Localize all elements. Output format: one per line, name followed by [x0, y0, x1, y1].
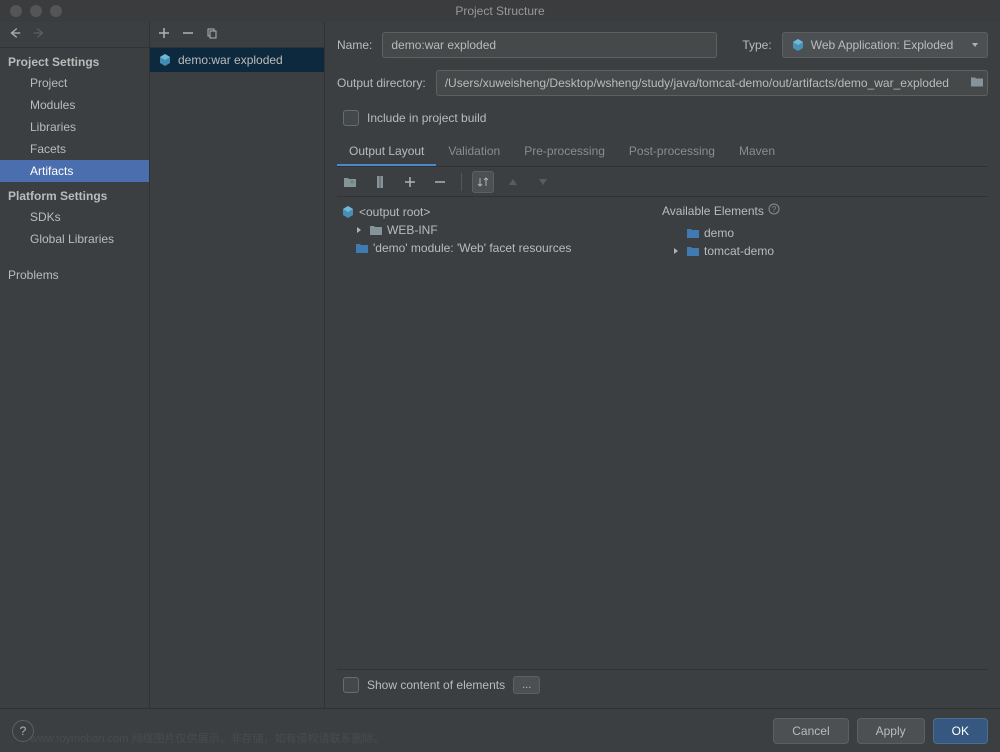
available-elements-panel: Available Elements ? demo tomcat-demo: [658, 197, 988, 669]
sidebar-item-sdks[interactable]: SDKs: [0, 206, 149, 228]
new-archive-button[interactable]: [369, 171, 391, 193]
remove-artifact-button[interactable]: [182, 27, 194, 42]
available-item-demo[interactable]: demo: [658, 224, 988, 242]
copy-artifact-button[interactable]: [206, 27, 218, 42]
remove-item-button[interactable]: [429, 171, 451, 193]
output-tree[interactable]: <output root> WEB-INF 'demo' module: 'We…: [337, 197, 658, 669]
sidebar-item-artifacts[interactable]: Artifacts: [0, 160, 149, 182]
watermark-text: www.toymoban.com 网络图片仅供展示，非存储，如有侵权请联系删除。: [30, 730, 384, 746]
sort-button[interactable]: [472, 171, 494, 193]
section-project-settings: Project Settings: [0, 48, 149, 72]
show-content-checkbox[interactable]: [343, 677, 359, 693]
expand-arrow-icon[interactable]: [672, 247, 682, 255]
browse-folder-button[interactable]: [970, 76, 984, 91]
apply-button[interactable]: Apply: [857, 718, 925, 744]
available-item-label: demo: [704, 226, 734, 240]
type-select[interactable]: Web Application: Exploded: [782, 32, 988, 58]
sidebar-item-global-libraries[interactable]: Global Libraries: [0, 228, 149, 250]
nav-icons: [0, 22, 149, 48]
cancel-button[interactable]: Cancel: [773, 718, 848, 744]
content-panel: Name: Type: Web Application: Exploded Ou…: [325, 22, 1000, 708]
close-window-button[interactable]: [10, 5, 22, 17]
show-content-label: Show content of elements: [367, 678, 505, 692]
outdir-input[interactable]: [436, 70, 988, 96]
include-build-label: Include in project build: [367, 111, 486, 125]
show-content-row: Show content of elements ...: [337, 669, 988, 700]
include-build-row[interactable]: Include in project build: [337, 108, 988, 128]
new-folder-button[interactable]: [339, 171, 361, 193]
sidebar-item-project[interactable]: Project: [0, 72, 149, 94]
outdir-row: Output directory:: [337, 70, 988, 96]
sidebar-item-modules[interactable]: Modules: [0, 94, 149, 116]
available-header: Available Elements ?: [658, 203, 988, 224]
outdir-label: Output directory:: [337, 76, 426, 90]
artifact-type-icon: [791, 38, 805, 52]
add-copy-button[interactable]: [399, 171, 421, 193]
type-value: Web Application: Exploded: [811, 38, 954, 52]
ok-button[interactable]: OK: [933, 718, 988, 744]
module-icon: [686, 244, 700, 258]
show-content-more-button[interactable]: ...: [513, 676, 540, 694]
name-row: Name: Type: Web Application: Exploded: [337, 32, 988, 58]
expand-arrow-icon[interactable]: [355, 226, 365, 234]
web-inf-label: WEB-INF: [387, 223, 438, 237]
name-label: Name:: [337, 38, 372, 52]
facet-label: 'demo' module: 'Web' facet resources: [373, 241, 571, 255]
facet-resources-node[interactable]: 'demo' module: 'Web' facet resources: [337, 239, 658, 257]
svg-text:?: ?: [772, 205, 777, 214]
window-title: Project Structure: [455, 4, 544, 18]
maximize-window-button[interactable]: [50, 5, 62, 17]
traffic-lights: [0, 5, 62, 17]
available-item-label: tomcat-demo: [704, 244, 774, 258]
folder-icon: [369, 223, 383, 237]
move-down-button: [532, 171, 554, 193]
tabs: Output Layout Validation Pre-processing …: [337, 138, 988, 167]
include-build-checkbox[interactable]: [343, 110, 359, 126]
section-platform-settings: Platform Settings: [0, 182, 149, 206]
chevron-down-icon: [971, 38, 979, 52]
output-root-label: <output root>: [359, 205, 430, 219]
artifact-list-toolbar: [150, 22, 324, 48]
forward-button: [32, 26, 46, 43]
sidebar-item-problems[interactable]: Problems: [0, 264, 149, 286]
available-item-tomcat-demo[interactable]: tomcat-demo: [658, 242, 988, 260]
artifact-list-panel: demo:war exploded: [150, 22, 325, 708]
output-root-node[interactable]: <output root>: [337, 203, 658, 221]
sidebar-item-libraries[interactable]: Libraries: [0, 116, 149, 138]
help-icon[interactable]: ?: [768, 203, 780, 218]
main-area: Project Settings Project Modules Librari…: [0, 22, 1000, 708]
add-artifact-button[interactable]: [158, 27, 170, 42]
tab-pre-processing[interactable]: Pre-processing: [512, 138, 617, 166]
sidebar: Project Settings Project Modules Librari…: [0, 22, 150, 708]
tab-maven[interactable]: Maven: [727, 138, 787, 166]
artifact-item-label: demo:war exploded: [178, 53, 283, 67]
sidebar-item-facets[interactable]: Facets: [0, 138, 149, 160]
move-up-button: [502, 171, 524, 193]
type-label: Type:: [742, 38, 771, 52]
minimize-window-button[interactable]: [30, 5, 42, 17]
output-layout-body: <output root> WEB-INF 'demo' module: 'We…: [337, 197, 988, 669]
web-inf-node[interactable]: WEB-INF: [337, 221, 658, 239]
back-button[interactable]: [8, 26, 22, 43]
available-header-label: Available Elements: [662, 204, 764, 218]
tab-output-layout[interactable]: Output Layout: [337, 138, 436, 166]
artifact-icon: [341, 205, 355, 219]
module-icon: [355, 241, 369, 255]
artifact-list-item[interactable]: demo:war exploded: [150, 48, 324, 72]
output-layout-toolbar: [337, 167, 988, 197]
module-icon: [686, 226, 700, 240]
titlebar: Project Structure: [0, 0, 1000, 22]
artifact-icon: [158, 53, 172, 67]
tab-validation[interactable]: Validation: [436, 138, 512, 166]
name-input[interactable]: [382, 32, 717, 58]
tab-post-processing[interactable]: Post-processing: [617, 138, 727, 166]
